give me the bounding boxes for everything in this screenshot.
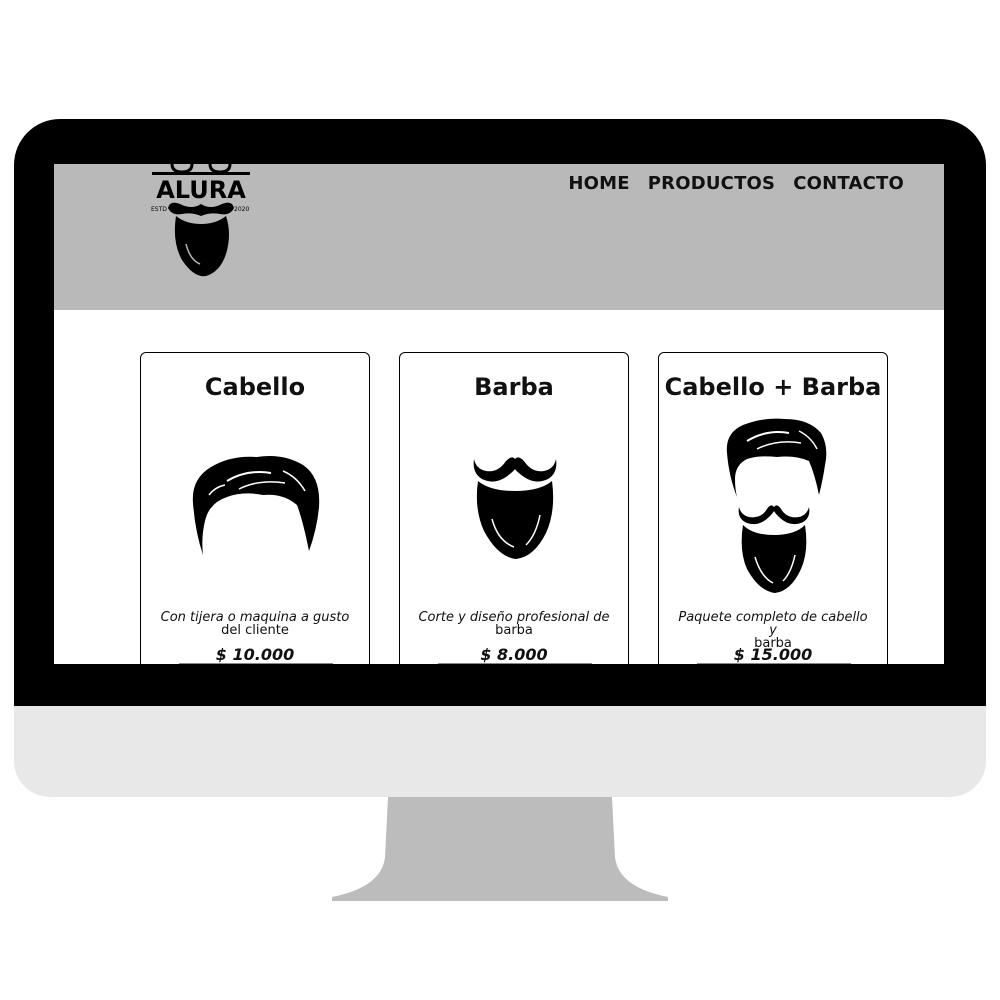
product-card-barba[interactable]: Barba Corte y diseño profesional de barb… [399,352,629,664]
site-header: ALURA ESTD 2020 HOME PRODUCTOS CONTACTO [54,164,944,310]
hair-icon [192,456,320,555]
nav-home-link[interactable]: HOME [568,173,629,194]
card-button[interactable] [438,663,592,664]
monitor-stand [332,797,668,901]
hair-and-beard-icon [726,418,827,593]
card-button[interactable] [179,663,333,664]
card-price: $ 8.000 [480,645,548,664]
logo-estd-text: ESTD [151,206,167,213]
card-price: $ 10.000 [215,645,295,664]
card-price: $ 15.000 [733,645,813,664]
monitor-chin [14,706,986,797]
main-nav: HOME PRODUCTOS CONTACTO [568,173,904,194]
card-title: Cabello [204,373,306,401]
card-title: Cabello + Barba [664,373,882,401]
card-description: Corte y diseño profesional de barba [418,610,610,638]
logo-brand-text: ALURA [156,176,246,204]
card-button[interactable] [697,663,851,664]
product-card-cabello-barba[interactable]: Cabello + Barba Paquete completo de cabe… [658,352,888,664]
beard-icon [473,457,557,559]
nav-productos-link[interactable]: PRODUCTOS [648,173,775,194]
alura-barbershop-logo[interactable]: ALURA ESTD 2020 [146,164,256,282]
product-card-cabello[interactable]: Cabello Con tijera o maquina a gusto del… [140,352,370,664]
card-description: Con tijera o maquina a gusto del cliente [160,610,350,638]
website-screen: ALURA ESTD 2020 HOME PRODUCTOS CONTACTO … [54,164,944,664]
card-title: Barba [474,373,554,401]
nav-contacto-link[interactable]: CONTACTO [793,173,904,194]
logo-year-text: 2020 [234,206,249,213]
